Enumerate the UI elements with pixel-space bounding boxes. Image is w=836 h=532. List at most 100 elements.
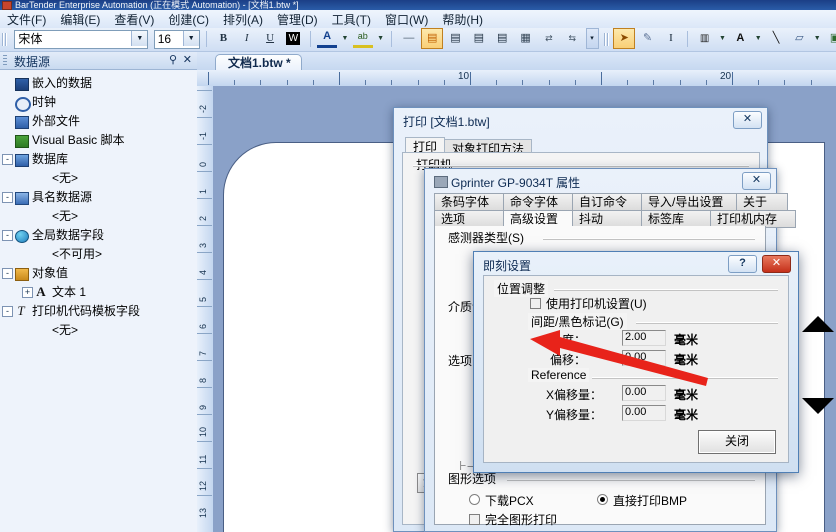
menu-item-admin[interactable]: 管理(D) [270, 10, 325, 28]
download-pcx-radio[interactable] [469, 494, 480, 505]
toolbar-grip[interactable] [603, 31, 609, 48]
menu-item-file[interactable]: 文件(F) [0, 10, 53, 28]
menu-item-create[interactable]: 创建(C) [161, 10, 216, 28]
sidebar-item-7[interactable]: <无> [0, 207, 197, 226]
barcode-tool-button[interactable]: ▥ [695, 29, 715, 48]
close-icon[interactable]: ✕ [742, 172, 771, 190]
y-offset-field[interactable]: 0.00 [622, 405, 666, 421]
toolbar-grip[interactable] [2, 31, 7, 48]
printer-tab-条码字体[interactable]: 条码字体 [434, 193, 504, 211]
expander-box[interactable]: - [2, 230, 13, 242]
text-tool-button[interactable]: I [661, 29, 681, 48]
highlight-color-button[interactable]: ab [352, 29, 373, 48]
expander-toggle[interactable]: - [2, 264, 13, 283]
font-size-combo[interactable]: 16 ▼ [153, 30, 200, 49]
separator [309, 31, 311, 47]
chevron-down-icon[interactable]: ▼ [813, 28, 822, 47]
close-button[interactable]: 关闭 [698, 430, 776, 454]
sidebar-item-3[interactable]: Visual Basic 脚本 [0, 131, 197, 150]
printer-properties-tabs: 条码字体 命令字体 自订命令 导入/导出设置 关于 选项 高级设置 抖动 标签库 打印机内存 [434, 193, 796, 228]
sidebar-item-8[interactable]: - 全局数据字段 [0, 226, 197, 245]
document-tab[interactable]: 文档1.btw * [215, 54, 302, 71]
sidebar-item-6[interactable]: - 具名数据源 [0, 188, 197, 207]
printer-tab-命令字体[interactable]: 命令字体 [503, 193, 573, 211]
menu-item-view[interactable]: 查看(V) [107, 10, 161, 28]
indent-decrease-button[interactable]: — [399, 29, 419, 48]
italic-button[interactable]: I [237, 29, 257, 48]
menu-item-arrange[interactable]: 排列(A) [216, 10, 270, 28]
toolbar-overflow-button[interactable]: ▾ [585, 28, 599, 49]
print-dialog-titlebar: 打印 [文档1.btw] ✕ [397, 111, 764, 131]
font-color-button[interactable]: A [317, 29, 338, 48]
sidebar-item-4[interactable]: - 数据库 [0, 150, 197, 169]
printer-tab-自订命令[interactable]: 自订命令 [572, 193, 642, 211]
menu-item-help[interactable]: 帮助(H) [435, 10, 490, 28]
expander-box[interactable]: + [22, 287, 33, 299]
sidebar-item-5[interactable]: <无> [0, 169, 197, 188]
help-icon[interactable]: ? [728, 255, 757, 273]
menu-item-edit[interactable]: 编辑(E) [53, 10, 107, 28]
direct-print-bmp-label: 直接打印BMP [613, 494, 688, 508]
expander-box[interactable]: - [2, 268, 13, 280]
underline-button[interactable]: U [260, 29, 280, 48]
menu-item-tools[interactable]: 工具(T) [325, 10, 378, 28]
sidebar-item-9[interactable]: <不可用> [0, 245, 197, 264]
pin-icon[interactable]: ⚲ [169, 53, 177, 66]
use-printer-settings-checkbox[interactable] [530, 298, 541, 309]
chevron-down-icon[interactable]: ▼ [376, 28, 385, 47]
align-right-button[interactable]: ▤ [469, 29, 489, 48]
table-button[interactable]: ▦ [516, 29, 536, 48]
picture-tool-button[interactable]: ▣ [825, 29, 836, 48]
expander-toggle[interactable]: - [2, 188, 13, 207]
printer-tab-关于[interactable]: 关于 [736, 193, 788, 211]
menu-item-window[interactable]: 窗口(W) [378, 10, 435, 28]
expander-toggle[interactable]: - [2, 226, 13, 245]
offset-field[interactable]: 0.00 [622, 350, 666, 366]
font-name-combo[interactable]: 宋体 ▼ [14, 30, 149, 49]
ruler-number: -1 [198, 131, 208, 140]
expander-toggle[interactable]: - [2, 302, 13, 321]
close-icon[interactable]: ✕ [183, 53, 192, 66]
sidebar-item-13[interactable]: <无> [0, 321, 197, 340]
bold-button[interactable]: B [213, 29, 233, 48]
sidebar-item-2[interactable]: 外部文件 [0, 112, 197, 131]
shape-tool-button[interactable]: ▱ [789, 29, 809, 48]
chevron-down-icon[interactable]: ▼ [131, 31, 148, 46]
close-icon[interactable]: ✕ [733, 111, 762, 129]
expander-box[interactable]: - [2, 306, 13, 318]
sidebar-item-label: 嵌入的数据 [32, 76, 93, 91]
align-left-button[interactable]: ▤ [421, 28, 444, 49]
ruler-tick [417, 80, 419, 85]
panel-grip[interactable] [3, 55, 7, 66]
clock-icon [13, 95, 31, 113]
expander-box[interactable]: - [2, 154, 13, 166]
sidebar-item-12[interactable]: - T 打印机代码模板字段 [0, 302, 197, 321]
close-icon[interactable]: ✕ [762, 255, 791, 273]
sidebar-item-1[interactable]: 时钟 [0, 93, 197, 113]
x-offset-field[interactable]: 0.00 [622, 385, 666, 401]
align-center-button[interactable]: ▤ [446, 29, 466, 48]
length-field[interactable]: 2.00 [622, 330, 666, 346]
sidebar-item-11[interactable]: + A 文本 1 [0, 283, 197, 302]
sidebar-item-label: 时钟 [32, 95, 57, 110]
expander-toggle[interactable]: + [22, 283, 33, 302]
font-object-button[interactable]: A [730, 29, 750, 48]
direct-print-bmp-radio[interactable] [597, 494, 608, 505]
chevron-down-icon[interactable]: ▼ [340, 28, 349, 47]
chevron-down-icon[interactable]: ▼ [182, 31, 199, 46]
brush-tool-button[interactable]: ✎ [638, 29, 658, 48]
sidebar-item-0[interactable]: 嵌入的数据 [0, 74, 197, 93]
chevron-down-icon[interactable]: ▼ [754, 28, 763, 47]
sidebar-item-10[interactable]: - 对象值 [0, 264, 197, 283]
align-justify-button[interactable]: ▤ [492, 29, 512, 48]
combine-print-checkbox[interactable] [469, 514, 480, 525]
spacing-decrease-button[interactable]: ⇆ [562, 29, 582, 48]
expander-box[interactable]: - [2, 192, 13, 204]
printer-tab-导入/导出设置[interactable]: 导入/导出设置 [641, 193, 737, 211]
line-tool-button[interactable]: ╲ [766, 29, 786, 48]
select-tool-button[interactable]: ➤ [613, 28, 636, 49]
wordwrap-button[interactable]: W [283, 29, 303, 48]
expander-toggle[interactable]: - [2, 150, 13, 169]
spacing-increase-button[interactable]: ⇄ [539, 29, 559, 48]
chevron-down-icon[interactable]: ▼ [718, 28, 727, 47]
